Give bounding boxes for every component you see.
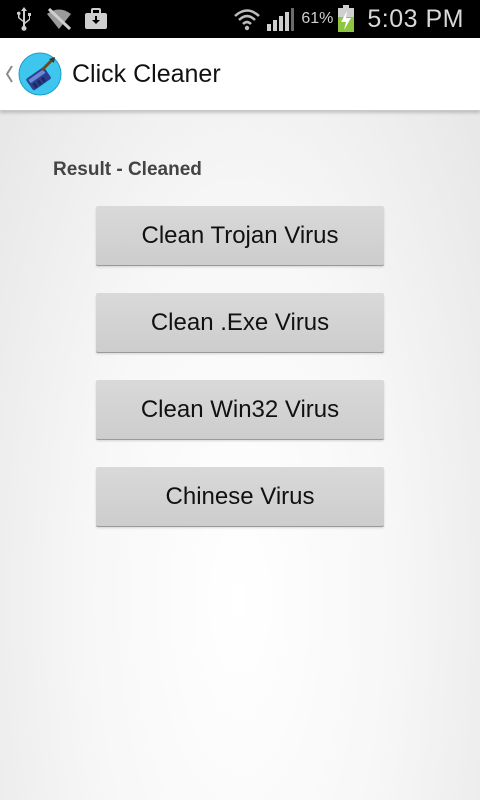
status-bar: 61% 5:03 PM bbox=[0, 0, 480, 38]
battery-charging-icon bbox=[337, 5, 355, 33]
no-signal-icon bbox=[46, 8, 72, 30]
wifi-icon bbox=[233, 7, 261, 31]
clock: 5:03 PM bbox=[367, 4, 464, 33]
usb-icon bbox=[14, 7, 34, 31]
clean-trojan-virus-button[interactable]: Clean Trojan Virus bbox=[96, 206, 384, 265]
status-right-icons: 61% 5:03 PM bbox=[233, 0, 464, 38]
signal-icon bbox=[265, 6, 295, 32]
app-title: Click Cleaner bbox=[72, 59, 221, 88]
app-broom-icon[interactable] bbox=[18, 52, 62, 96]
clean-exe-virus-button[interactable]: Clean .Exe Virus bbox=[96, 293, 384, 352]
status-left-icons bbox=[14, 0, 108, 38]
action-bar: Click Cleaner bbox=[0, 38, 480, 111]
up-navigation-icon[interactable] bbox=[4, 65, 16, 83]
chinese-virus-button[interactable]: Chinese Virus bbox=[96, 467, 384, 526]
battery-percent: 61% bbox=[301, 10, 334, 27]
briefcase-icon bbox=[84, 8, 108, 30]
result-label: Result - Cleaned bbox=[53, 159, 202, 180]
clean-win32-virus-button[interactable]: Clean Win32 Virus bbox=[96, 380, 384, 439]
